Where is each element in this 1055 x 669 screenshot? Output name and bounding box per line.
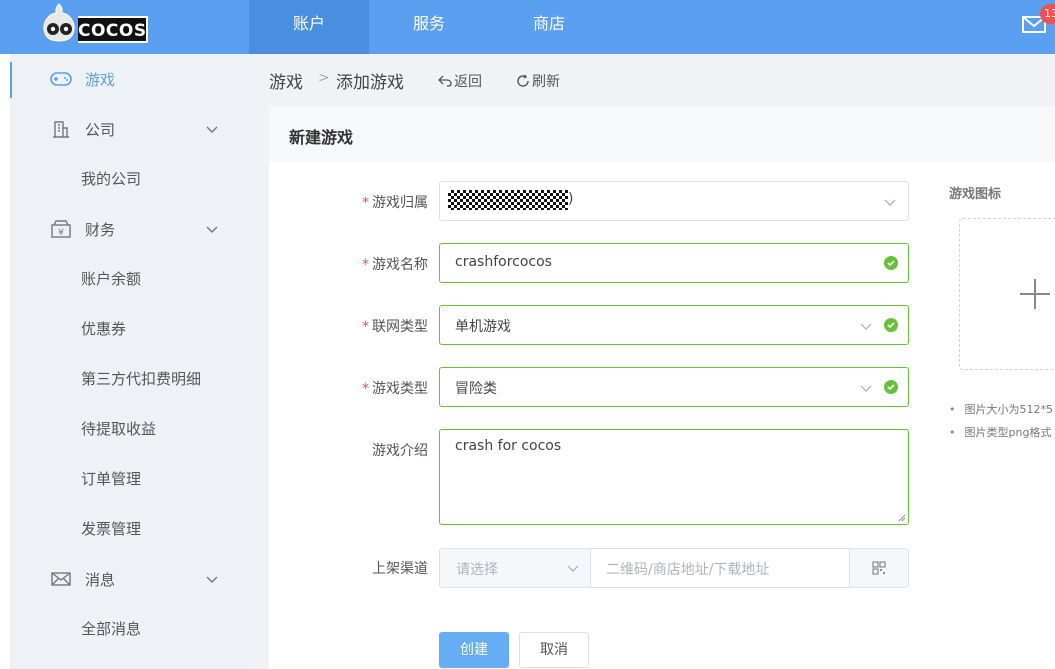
breadcrumb-root[interactable]: 游戏 — [269, 68, 303, 93]
name-label: * 游戏名称 — [362, 257, 428, 273]
create-button[interactable]: 创建 — [439, 632, 509, 668]
game-genre-select[interactable]: 冒险类 — [439, 367, 909, 407]
sidebar-subitem-all-messages[interactable]: 全部消息 — [10, 604, 249, 654]
sidebar-subitem-my-company[interactable]: 我的公司 — [10, 154, 249, 204]
chevron-down-icon — [884, 199, 896, 206]
channel-select[interactable]: 请选择 — [440, 549, 591, 587]
game-intro-value: crash for cocos — [455, 438, 562, 454]
game-name-input[interactable]: crashforcocos — [439, 243, 909, 283]
game-genre-value: 冒险类 — [455, 381, 497, 397]
redacted-owner-name — [448, 190, 568, 210]
icon-tip-format: 图片类型png格式 — [949, 425, 1055, 448]
game-intro-label: 游戏介绍 — [372, 443, 428, 459]
sidebar-item-label: 游戏 — [85, 70, 116, 89]
resize-handle-icon[interactable] — [898, 514, 906, 522]
sidebar-subitem-pending-earnings[interactable]: 待提取收益 — [10, 404, 249, 454]
chevron-down-icon — [860, 385, 872, 392]
nav-tab-store[interactable]: 商店 — [489, 0, 609, 54]
sidebar-subitem-orders[interactable]: 订单管理 — [10, 454, 249, 504]
chevron-down-icon — [206, 226, 218, 233]
cocos-logo[interactable]: COCOS — [40, 2, 148, 43]
wallet-icon: ¥ — [50, 218, 72, 240]
page-title: 新建游戏 — [289, 128, 354, 147]
check-circle-icon — [884, 380, 898, 394]
game-owner-select[interactable]: ) — [439, 181, 909, 221]
icon-tips: 图片大小为512*5 图片类型png格式 — [949, 402, 1055, 448]
sidebar-subitem-third-party-fees[interactable]: 第三方代扣费明细 — [10, 354, 249, 404]
chevron-down-icon — [206, 576, 218, 583]
back-arrow-icon — [438, 75, 452, 87]
network-type-label: * 联网类型 — [362, 319, 428, 335]
channel-url-input[interactable]: 二维码/商店地址/下载地址 — [591, 549, 849, 587]
game-name-value: crashforcocos — [455, 254, 552, 270]
network-type-select[interactable]: 单机游戏 — [439, 305, 909, 345]
cancel-button[interactable]: 取消 — [519, 632, 589, 668]
plus-icon — [1020, 279, 1050, 309]
refresh-button-label: 刷新 — [532, 74, 560, 90]
sidebar-item-messages[interactable]: 消息 — [10, 554, 249, 604]
sidebar-item-game[interactable]: 游戏 — [10, 54, 249, 104]
channel-select-placeholder: 请选择 — [456, 562, 498, 578]
chevron-down-icon — [567, 565, 579, 572]
sidebar-item-label: 公司 — [85, 120, 116, 139]
game-genre-label: * 游戏类型 — [362, 381, 428, 397]
gamepad-icon — [50, 68, 72, 90]
sidebar-item-label: 消息 — [85, 570, 116, 589]
back-button[interactable]: 返回 — [438, 71, 482, 91]
envelope-icon — [50, 568, 72, 590]
card-header: 新建游戏 — [269, 106, 1055, 162]
breadcrumb-separator: > — [318, 70, 330, 86]
cocos-mascot-icon — [43, 3, 75, 42]
back-button-label: 返回 — [454, 74, 482, 90]
sidebar-subitem-invoices[interactable]: 发票管理 — [10, 504, 249, 554]
qr-code-icon — [872, 561, 886, 575]
mail-count-badge: 13 — [1040, 4, 1055, 24]
nav-tab-services[interactable]: 服务 — [369, 0, 489, 54]
top-nav: 账户 服务 商店 — [249, 0, 609, 54]
top-bar: COCOS 账户 服务 商店 13 — [0, 0, 1055, 54]
sidebar-subitem-coupons[interactable]: 优惠券 — [10, 304, 249, 354]
nav-tab-account[interactable]: 账户 — [249, 0, 369, 54]
breadcrumb-current: 添加游戏 — [336, 73, 404, 93]
check-circle-icon — [884, 318, 898, 332]
refresh-icon — [517, 74, 529, 87]
chevron-down-icon — [206, 126, 218, 133]
sidebar-gutter — [0, 54, 10, 669]
chevron-down-icon — [860, 323, 872, 330]
network-type-value: 单机游戏 — [455, 319, 511, 335]
breadcrumb: 游戏 > 添加游戏 返回 刷新 — [249, 54, 1055, 106]
refresh-button[interactable]: 刷新 — [516, 71, 560, 91]
game-icon-title: 游戏图标 — [949, 187, 1002, 202]
sidebar-item-finance[interactable]: ¥ 财务 — [10, 204, 249, 254]
sidebar-subitem-balance[interactable]: 账户余额 — [10, 254, 249, 304]
building-icon — [50, 118, 72, 140]
game-intro-textarea[interactable]: crash for cocos — [439, 429, 909, 525]
owner-label: * 游戏归属 — [362, 195, 428, 211]
sidebar-item-company[interactable]: 公司 — [10, 104, 249, 154]
channel-group: 请选择 二维码/商店地址/下载地址 — [439, 548, 909, 588]
sidebar-item-label: 财务 — [85, 220, 116, 239]
svg-text:¥: ¥ — [58, 228, 64, 238]
channel-url-placeholder: 二维码/商店地址/下载地址 — [606, 562, 770, 578]
logo-text: COCOS — [78, 16, 148, 43]
icon-tip-size: 图片大小为512*5 — [949, 402, 1055, 425]
qr-code-button[interactable] — [849, 549, 908, 587]
icon-upload-area[interactable] — [959, 218, 1055, 370]
check-circle-icon — [884, 256, 898, 270]
channel-label: 上架渠道 — [372, 561, 428, 577]
